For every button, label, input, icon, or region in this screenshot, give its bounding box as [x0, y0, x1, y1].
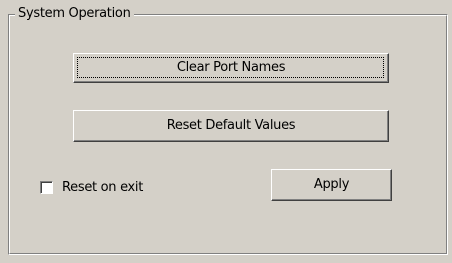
reset-default-values-label: Reset Default Values: [166, 118, 296, 133]
reset-on-exit-label[interactable]: Reset on exit: [62, 180, 143, 195]
focus-ring: [77, 57, 384, 78]
clear-port-names-button[interactable]: Clear Port Names: [73, 53, 389, 83]
reset-default-values-button[interactable]: Reset Default Values: [73, 110, 389, 142]
reset-on-exit-checkbox-row[interactable]: Reset on exit: [40, 177, 143, 197]
apply-button[interactable]: Apply: [271, 169, 392, 201]
group-title: System Operation: [15, 6, 134, 22]
reset-on-exit-checkbox[interactable]: [40, 180, 53, 194]
apply-label: Apply: [313, 177, 350, 192]
